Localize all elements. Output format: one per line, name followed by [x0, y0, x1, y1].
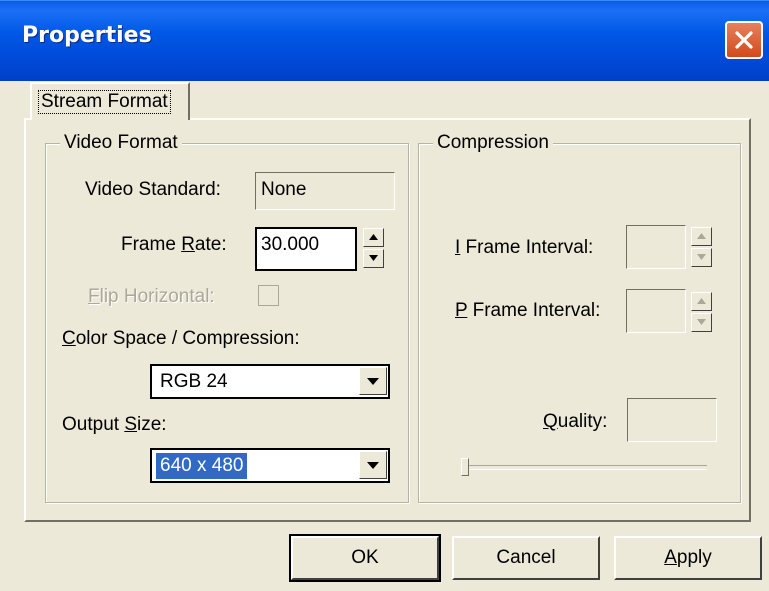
tab-stream-format[interactable]: Stream Format: [30, 82, 190, 120]
output-size-value: 640 x 480: [156, 453, 248, 479]
i-frame-interval-label: I Frame Interval:: [455, 237, 594, 258]
quality-field: [627, 398, 717, 442]
close-icon: [735, 31, 753, 49]
p-frame-up-button: [691, 292, 712, 311]
p-frame-interval-label: P Frame Interval:: [455, 300, 601, 321]
spin-down-icon: [697, 319, 706, 325]
output-size-select[interactable]: 640 x 480: [150, 448, 390, 483]
ok-button[interactable]: OK: [289, 534, 441, 582]
flip-horizontal-label: Flip Horizontal:: [88, 286, 215, 307]
video-standard-field: None: [255, 172, 395, 210]
quality-label: Quality:: [543, 411, 608, 432]
frame-rate-value: 30.000: [261, 234, 320, 255]
spin-up-icon: [697, 298, 706, 304]
p-frame-down-button: [691, 313, 712, 332]
dropdown-arrow-icon: [367, 378, 379, 385]
video-standard-value: None: [261, 179, 307, 200]
tab-label: Stream Format: [38, 90, 171, 114]
color-space-dropdown-button[interactable]: [359, 367, 387, 395]
frame-rate-up-button[interactable]: [363, 228, 384, 247]
frame-rate-spinner[interactable]: [363, 228, 384, 270]
i-frame-down-button: [691, 248, 712, 267]
apply-button[interactable]: Apply: [614, 536, 762, 580]
close-button[interactable]: [725, 21, 763, 59]
p-frame-interval-field: [626, 289, 686, 333]
dropdown-arrow-icon: [367, 462, 379, 469]
video-format-group-label: Video Format: [60, 132, 182, 154]
i-frame-interval-field: [626, 225, 686, 269]
p-frame-interval-spinner: [691, 292, 712, 334]
color-space-label: Color Space / Compression:: [62, 328, 300, 349]
cancel-button[interactable]: Cancel: [452, 536, 600, 580]
output-size-label: Output Size:: [62, 414, 167, 435]
quality-slider-thumb[interactable]: [461, 458, 469, 476]
color-space-select[interactable]: RGB 24: [150, 364, 390, 399]
quality-slider-track: [465, 465, 707, 470]
title-bar[interactable]: Properties: [0, 0, 769, 81]
output-size-dropdown-button[interactable]: [359, 451, 387, 479]
properties-dialog: Properties Stream Format Video Format Vi…: [0, 0, 769, 591]
window-title: Properties: [22, 23, 152, 48]
frame-rate-input[interactable]: 30.000: [255, 227, 357, 271]
frame-rate-label: Frame Rate:: [121, 234, 227, 255]
frame-rate-down-button[interactable]: [363, 249, 384, 268]
color-space-value: RGB 24: [160, 371, 228, 392]
i-frame-up-button: [691, 227, 712, 246]
spin-up-icon: [369, 234, 378, 240]
spin-down-icon: [369, 255, 378, 261]
i-frame-interval-spinner: [691, 227, 712, 269]
compression-group-label: Compression: [433, 132, 553, 154]
flip-horizontal-checkbox[interactable]: [258, 285, 279, 306]
video-standard-label: Video Standard:: [85, 179, 221, 200]
spin-up-icon: [697, 233, 706, 239]
spin-down-icon: [697, 254, 706, 260]
